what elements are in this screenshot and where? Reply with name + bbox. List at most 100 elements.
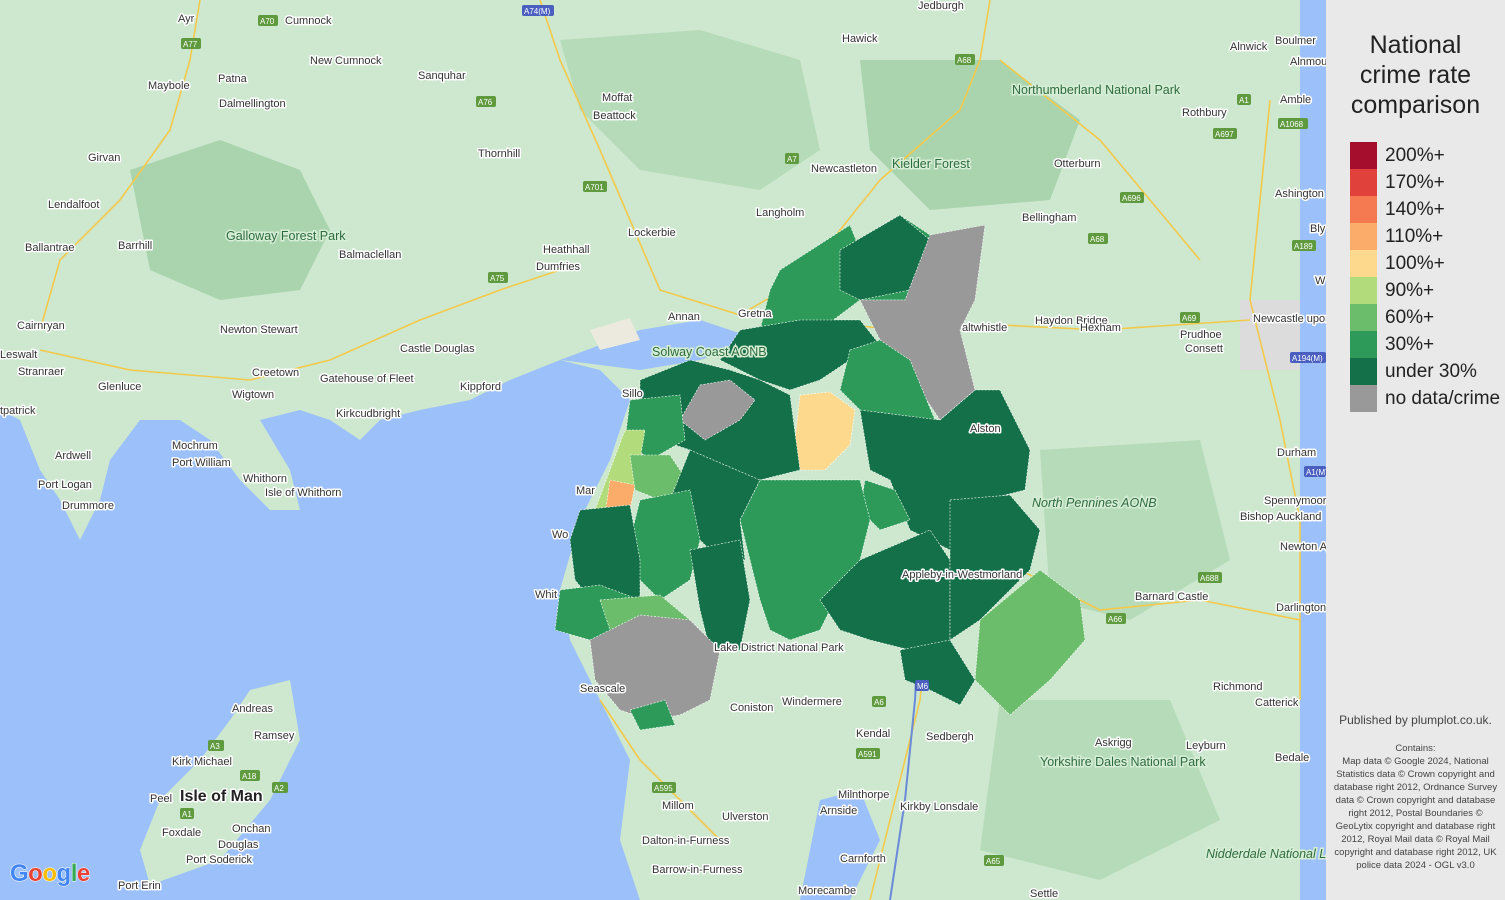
- shield-a3: A3: [208, 740, 224, 751]
- label-douglas: Douglas: [218, 839, 259, 851]
- label-rothbury: Rothbury: [1182, 107, 1227, 119]
- label-jedburgh: Jedburgh: [918, 0, 964, 12]
- svg-text:A1068: A1068: [1280, 120, 1304, 129]
- map-canvas[interactable]: Ayr Cumnock Jedburgh Alnwick Boulmer Aln…: [0, 0, 1326, 900]
- label-yorkshire-dales: Yorkshire Dales National Park: [1040, 755, 1206, 769]
- legend-label: 30%+: [1385, 333, 1435, 355]
- label-peel: Peel: [150, 793, 172, 805]
- published-by: Published by plumplot.co.uk.: [1339, 713, 1492, 727]
- label-alnmouth: Alnmouth: [1290, 56, 1326, 68]
- label-maryport: Mar: [576, 485, 595, 497]
- legend-item: 30%+: [1350, 331, 1500, 358]
- label-arnside: Arnside: [820, 805, 857, 817]
- legend-item: 90%+: [1350, 277, 1500, 304]
- legend-swatch: [1350, 196, 1377, 223]
- label-cairnryan: Cairnryan: [17, 320, 65, 332]
- label-seascale: Seascale: [580, 683, 625, 695]
- label-drummore: Drummore: [62, 500, 114, 512]
- legend-label: 140%+: [1385, 198, 1445, 220]
- label-appleby: Appleby-in-Westmorland: [902, 569, 1022, 581]
- label-moffat: Moffat: [602, 92, 632, 104]
- label-milnthorpe: Milnthorpe: [838, 789, 889, 801]
- label-creetown: Creetown: [252, 367, 299, 379]
- shield-a591: A591: [856, 748, 880, 759]
- label-ardwell: Ardwell: [55, 450, 91, 462]
- shield-a70: A70: [258, 15, 278, 26]
- shield-a2: A2: [272, 782, 288, 793]
- label-morecambe: Morecambe: [798, 885, 856, 897]
- label-millom: Millom: [662, 800, 694, 812]
- attribution-label: Contains:: [1395, 743, 1436, 754]
- shield-a68: A68: [955, 54, 975, 65]
- label-solway: Solway Coast AONB: [652, 345, 767, 359]
- shield-a69: A69: [1180, 312, 1200, 323]
- shield-a696: A696: [1120, 192, 1144, 203]
- svg-text:A701: A701: [585, 183, 604, 192]
- label-ashington: Ashington: [1275, 188, 1324, 200]
- label-glenluce: Glenluce: [98, 381, 141, 393]
- svg-text:A70: A70: [260, 17, 275, 26]
- label-spennymoor: Spennymoor: [1264, 495, 1326, 507]
- svg-text:M6: M6: [917, 682, 929, 691]
- shield-m6: M6: [915, 680, 929, 691]
- legend-swatch: [1350, 223, 1377, 250]
- label-portpatrick: tpatrick: [0, 405, 36, 417]
- label-darlington: Darlington: [1276, 602, 1326, 614]
- legend-swatch: [1350, 142, 1377, 169]
- label-balmaclellan: Balmaclellan: [339, 249, 401, 261]
- label-ulverston: Ulverston: [722, 811, 768, 823]
- label-nidderdale: Nidderdale National Landscape: [1206, 847, 1326, 861]
- label-port-logan: Port Logan: [38, 479, 92, 491]
- svg-text:A6: A6: [874, 698, 884, 707]
- label-port-soderick: Port Soderick: [186, 854, 253, 866]
- label-newton-stewart: Newton Stewart: [220, 324, 298, 336]
- shield-a688: A688: [1198, 572, 1222, 583]
- shield-a595: A595: [652, 782, 676, 793]
- svg-text:A1(M): A1(M): [1306, 468, 1326, 477]
- svg-text:A69: A69: [1182, 314, 1197, 323]
- label-barnard-castle: Barnard Castle: [1135, 591, 1208, 603]
- legend-item: 170%+: [1350, 169, 1500, 196]
- legend-item: 110%+: [1350, 223, 1500, 250]
- shield-a697: A697: [1213, 128, 1237, 139]
- svg-text:A1: A1: [182, 810, 192, 819]
- label-port-erin: Port Erin: [118, 880, 161, 892]
- legend-label: under 30%: [1385, 360, 1477, 382]
- legend-swatch: [1350, 358, 1377, 385]
- label-leswalt: Leswalt: [0, 349, 37, 361]
- label-lendalfoot: Lendalfoot: [48, 199, 99, 211]
- label-kirk-michael: Kirk Michael: [172, 756, 232, 768]
- label-port-william: Port William: [172, 457, 231, 469]
- label-whitehaven: Whit: [535, 589, 557, 601]
- svg-text:A68: A68: [957, 56, 972, 65]
- svg-text:A189: A189: [1294, 242, 1313, 251]
- svg-text:A75: A75: [490, 274, 505, 283]
- shield-a1: A1: [1237, 94, 1251, 105]
- label-kirkcudbright: Kirkcudbright: [336, 408, 400, 420]
- label-ballantrae: Ballantrae: [25, 242, 75, 254]
- label-alston: Alston: [970, 423, 1001, 435]
- label-amble: Amble: [1280, 94, 1311, 106]
- label-silloth: Sillo: [622, 388, 643, 400]
- label-ayr: Ayr: [178, 13, 195, 25]
- attribution: Contains: Map data © Google 2024, Nation…: [1330, 742, 1501, 872]
- legend-item: under 30%: [1350, 358, 1500, 385]
- svg-text:A74(M): A74(M): [524, 7, 551, 16]
- svg-text:A7: A7: [787, 155, 797, 164]
- svg-text:A591: A591: [858, 750, 877, 759]
- label-north-pennines: North Pennines AONB: [1032, 496, 1157, 510]
- legend-item: 60%+: [1350, 304, 1500, 331]
- map-view[interactable]: Ayr Cumnock Jedburgh Alnwick Boulmer Aln…: [0, 0, 1326, 900]
- label-thornhill: Thornhill: [478, 148, 520, 160]
- label-barrow: Barrow-in-Furness: [652, 864, 743, 876]
- legend-label: 100%+: [1385, 252, 1445, 274]
- label-kippford: Kippford: [460, 381, 501, 393]
- legend-item: no data/crime: [1350, 385, 1500, 412]
- label-barrhill: Barrhill: [118, 240, 152, 252]
- legend-panel: National crime rate comparison 200%+ 170%…: [1326, 0, 1505, 900]
- label-whithorn: Whithorn: [243, 473, 287, 485]
- label-isle-of-man: Isle of Man: [180, 788, 263, 805]
- label-haltwhistle: altwhistle: [962, 322, 1007, 334]
- label-catterick: Catterick: [1255, 697, 1299, 709]
- attribution-text: Map data © Google 2024, National Statist…: [1333, 756, 1498, 871]
